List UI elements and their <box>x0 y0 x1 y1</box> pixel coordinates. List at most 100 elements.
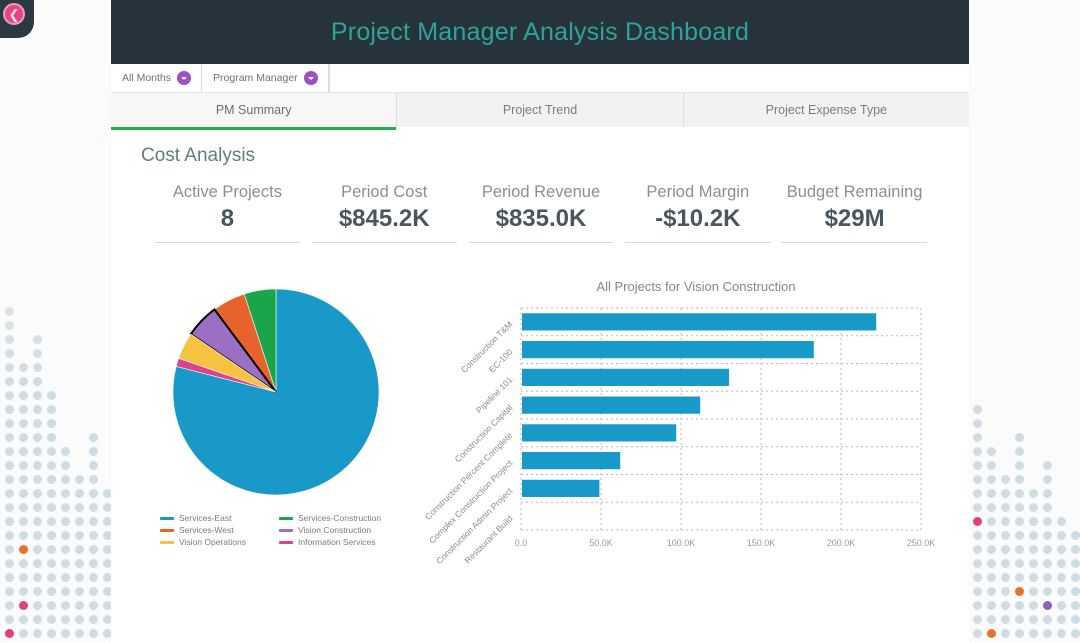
decorative-dot <box>1042 489 1052 498</box>
decorative-dot <box>986 475 996 484</box>
decorative-dot <box>1042 517 1052 526</box>
x-axis-tick-label: 250.0K <box>907 538 936 548</box>
decorative-dot <box>1028 601 1038 610</box>
decorative-dot <box>88 573 98 582</box>
decorative-dot <box>18 503 28 512</box>
decorative-dot <box>1014 545 1024 554</box>
legend-label: Services-West <box>179 525 234 535</box>
decorative-dot <box>972 559 982 568</box>
legend-item[interactable]: Vision Construction <box>279 525 392 535</box>
decorative-dot <box>986 517 996 526</box>
decorative-dot <box>4 321 14 330</box>
filter-bar: All Months Program Manager <box>111 63 969 93</box>
decorative-dot <box>1014 615 1024 624</box>
tab-pm-summary[interactable]: PM Summary <box>111 93 398 130</box>
decorative-dot <box>60 461 70 470</box>
decorative-dot <box>972 405 982 414</box>
decorative-dot <box>1042 461 1052 470</box>
legend-item[interactable]: Services-West <box>160 525 273 535</box>
background-dot-pattern-right <box>968 0 1080 643</box>
decorative-dot <box>18 615 28 624</box>
decorative-dot <box>46 419 56 428</box>
decorative-dot <box>32 335 42 344</box>
x-axis-tick-label: 200.0K <box>827 538 856 548</box>
decorative-dot <box>1042 475 1052 484</box>
tab-project-trend[interactable]: Project Trend <box>397 93 684 127</box>
decorative-dot <box>60 503 70 512</box>
bar[interactable] <box>522 424 677 442</box>
bar[interactable] <box>522 396 701 414</box>
x-axis-tick-label: 100.0K <box>667 538 696 548</box>
back-tab[interactable]: ❮ <box>0 0 34 38</box>
dashboard-body: Cost Analysis Active Projects 8 Period C… <box>111 127 969 577</box>
decorative-dot <box>1070 531 1080 540</box>
decorative-dot <box>1014 559 1024 568</box>
pie-chart[interactable] <box>156 283 396 501</box>
decorative-dot <box>1070 559 1080 568</box>
decorative-dot <box>1042 615 1052 624</box>
decorative-dot <box>972 629 982 638</box>
decorative-dot <box>88 601 98 610</box>
decorative-dot <box>18 601 28 610</box>
kpi-active-projects: Active Projects 8 <box>149 183 306 243</box>
dot-column <box>44 386 58 643</box>
decorative-dot <box>1070 573 1080 582</box>
decorative-dot <box>972 503 982 512</box>
legend-swatch <box>160 540 174 544</box>
bar[interactable] <box>522 368 729 386</box>
decorative-dot <box>986 629 996 638</box>
decorative-dot <box>986 601 996 610</box>
decorative-dot <box>46 391 56 400</box>
decorative-dot <box>18 531 28 540</box>
kpi-value: -$10.2K <box>655 205 741 232</box>
chevron-down-icon[interactable] <box>303 71 318 85</box>
decorative-dot <box>32 405 42 414</box>
decorative-dot <box>46 517 56 526</box>
bar[interactable] <box>522 313 877 331</box>
back-arrow-icon[interactable]: ❮ <box>3 3 25 25</box>
dot-column <box>72 470 86 643</box>
decorative-dot <box>18 475 28 484</box>
dot-column <box>2 302 16 643</box>
decorative-dot <box>32 475 42 484</box>
legend-item[interactable]: Information Services <box>279 537 392 547</box>
bar[interactable] <box>522 341 814 359</box>
decorative-dot <box>1028 503 1038 512</box>
filter-program-manager[interactable]: Program Manager <box>202 63 329 93</box>
filter-all-months[interactable]: All Months <box>111 63 203 93</box>
legend-item[interactable]: Vision Operations <box>160 537 273 547</box>
bar-chart[interactable]: Construction T&MEC-100Pipeline 101Constr… <box>411 302 941 577</box>
kpi-rule <box>625 242 771 243</box>
kpi-value: $845.2K <box>338 205 430 232</box>
decorative-dot <box>1070 629 1080 638</box>
decorative-dot <box>32 391 42 400</box>
dashboard-screen: ❮ Project Manager Analysis Dashboard All… <box>0 0 1080 643</box>
legend-item[interactable]: Services-Construction <box>279 513 392 523</box>
decorative-dot <box>986 615 996 624</box>
decorative-dot <box>32 461 42 470</box>
page-title: Project Manager Analysis Dashboard <box>330 17 750 46</box>
decorative-dot <box>4 545 14 554</box>
decorative-dot <box>1056 517 1066 526</box>
tab-project-expense-type[interactable]: Project Expense Type <box>683 93 969 127</box>
decorative-dot <box>1056 545 1066 554</box>
chevron-down-icon[interactable] <box>177 71 192 85</box>
bar[interactable] <box>522 479 600 497</box>
decorative-dot <box>1028 489 1038 498</box>
bar[interactable] <box>522 452 621 470</box>
decorative-dot <box>88 461 98 470</box>
decorative-dot <box>46 405 56 414</box>
decorative-dot <box>4 461 14 470</box>
kpi-row: Active Projects 8 Period Cost $845.2K Pe… <box>141 183 941 243</box>
decorative-dot <box>60 475 70 484</box>
decorative-dot <box>88 433 98 442</box>
decorative-dot <box>60 447 70 456</box>
legend-swatch <box>160 528 174 532</box>
decorative-dot <box>972 615 982 624</box>
dot-column <box>58 442 72 643</box>
decorative-dot <box>4 447 14 456</box>
dot-column <box>970 400 984 643</box>
legend-item[interactable]: Services-East <box>160 513 273 523</box>
decorative-dot <box>32 559 42 568</box>
decorative-dot <box>972 545 982 554</box>
